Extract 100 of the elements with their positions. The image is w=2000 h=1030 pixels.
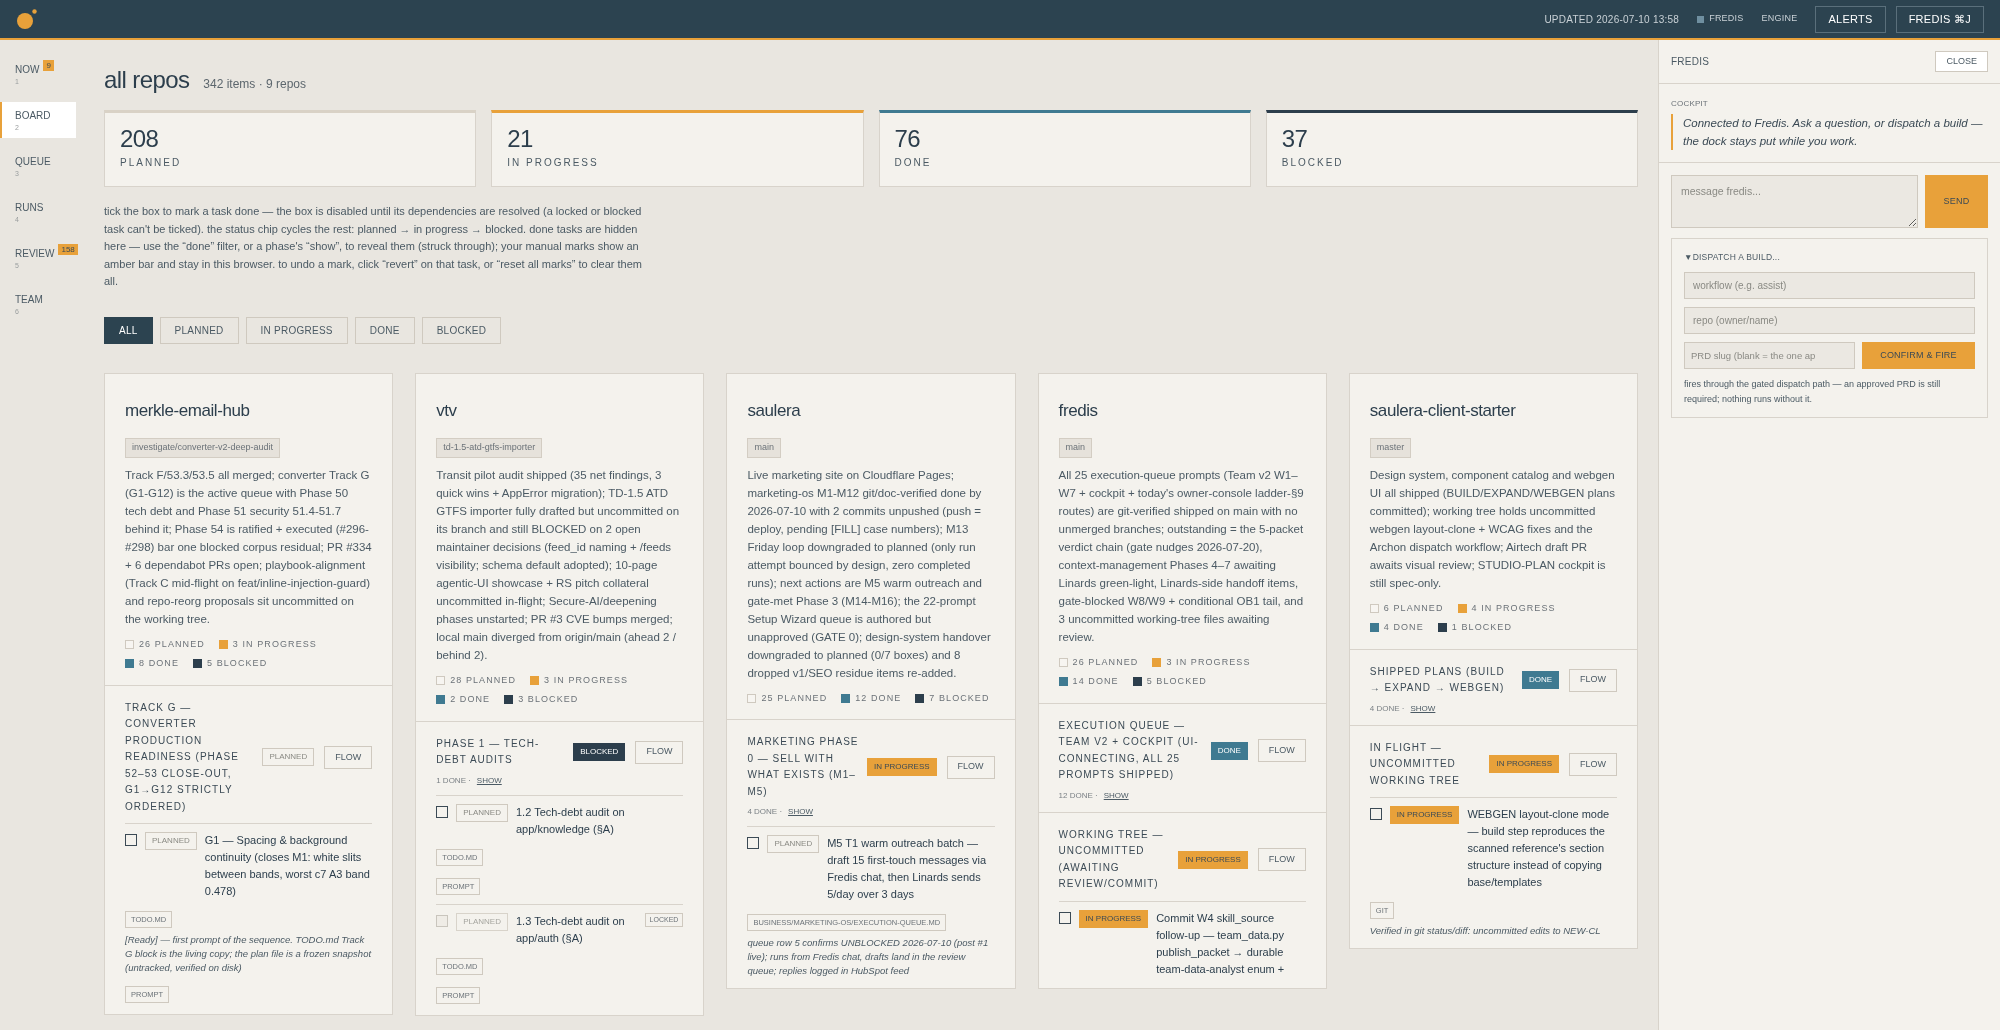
status-chip[interactable]: IN PROGRESS [1389,806,1460,824]
flow-button[interactable]: FLOW [1257,739,1306,762]
flow-button[interactable]: FLOW [1569,752,1617,776]
status-chip[interactable]: IN PROGRESS [1078,909,1149,928]
section-label: COCKPIT [1671,98,1709,110]
dispatch-note: fires through the gated dispatch path — an approved PRD is still required; nothing runs without it. [1684,377,1942,406]
task-checkbox[interactable] [1058,911,1071,924]
dispatch-toggle[interactable]: ▼DISPATCH A BUILD... [1684,251,1975,264]
status-chip[interactable]: DONE [1210,741,1248,760]
status-link[interactable]: ENGINE [1761,12,1798,26]
filter-tab[interactable]: DONE [354,316,415,344]
phase-title: SHIPPED PLANS (BUILD → EXPAND → WEBGEN) [1369,664,1506,695]
status-count: 4 IN PROGRESS [1471,601,1556,615]
sidebar-label: TEAM [15,293,43,307]
repo-name: saulera [747,399,802,422]
repo-name: vtv [436,399,458,422]
status-chip[interactable]: IN PROGRESS [867,758,937,776]
help-text: tick the box to mark a task done — the box is disabled until its dependencies are resolved (a locked or blocked task can't be ticked). the status chip cycles the rest: planned → in progress → blocked. done tasks are hidden here — use the “done” filter, or a phase's “show”, to reveal them (struck through); your manual marks show an amber bar and stay in this browser. to undo a mark, click “revert” on that task, or “reset all marks” to clear them all. [104,204,643,289]
flow-button[interactable]: FLOW [635,740,684,764]
status-chip[interactable]: PLANNED [767,835,820,853]
count-badge: 9 [43,60,54,71]
repo-name: fredis [1058,399,1099,422]
phase-title: TRACK G — CONVERTER PRODUCTION READINESS (PHASE 52–53 CLOSE-OUT, G1→G12 STRICTLY ORDERED) [125,700,240,814]
status-chip[interactable]: IN PROGRESS [1178,850,1248,869]
branch-tag: main [747,438,781,458]
stat-value: 208 [120,125,160,153]
done-count: 1 DONE · [436,774,471,787]
flow-button[interactable]: FLOW [946,755,995,779]
sidebar-label: REVIEW [15,247,55,261]
cockpit-message: Connected to Fredis. Ask a question, or dispatch a build — the dock stays put while you work. [1671,114,1988,150]
header-button[interactable]: ALERTS [1815,5,1886,33]
repo-summary: Transit pilot audit shipped (35 net findings, 3 quick wins + AppError migration); TD-1.5 ATD GTFS importer fully drafted but uncommitted on its branch and still BLOCKED on 2 open maintainer decisions (feed_id naming + /feeds visibility; schema default adopted); 10-page agentic-UI showcase + RS pitch collateral uncommitted in-flight; Secure-AI/deepening phases unstarted; PR #3 CVE bumps merged; local main diverged from origin/main (ahead 2 / behind 2). [436,467,681,663]
page-title: all repos [104,65,190,95]
phase-title: PHASE 1 — TECH-DEBT AUDITS [436,736,541,767]
filter-tab[interactable]: ALL [104,316,153,344]
task-checkbox[interactable] [125,834,137,846]
task-checkbox[interactable] [436,805,449,818]
filter-tab[interactable]: BLOCKED [421,316,502,344]
status-count: 3 IN PROGRESS [232,637,317,651]
page-subtitle: 342 items · 9 repos [203,76,307,93]
stat-value: 21 [507,125,534,153]
stat-label: DONE [894,156,933,170]
task-checkbox[interactable] [747,837,760,849]
show-link[interactable]: SHOW [1410,702,1436,715]
filter-tab[interactable]: IN PROGRESS [245,316,348,344]
done-count: 4 DONE · [747,806,783,818]
repo-name: saulera-client-starter [1369,399,1517,422]
show-link[interactable]: SHOW [1103,789,1129,802]
filter-tab[interactable]: PLANNED [159,316,239,344]
sidebar-label: NOW [15,63,40,77]
status-count: 14 DONE [1072,675,1119,688]
stat-label: BLOCKED [1281,156,1345,170]
status-chip[interactable]: PLANNED [262,748,315,767]
task-note: Verified in git status/diff: uncommitted edits to NEW-CL [1369,924,1602,938]
status-chip[interactable]: PLANNED [145,832,197,850]
count-badge: 158 [58,244,78,255]
flow-button[interactable]: FLOW [324,745,373,769]
status-count: 1 BLOCKED [1451,621,1513,634]
status-chip[interactable]: PLANNED [456,803,508,822]
status-count: 28 PLANNED [450,673,516,687]
show-link[interactable]: SHOW [788,806,813,818]
header-button[interactable]: FREDIS ⌘J [1895,5,1984,33]
task-title: 1.3 Tech-debt audit on app/auth (§A) [516,913,626,946]
task-title: 1.2 Tech-debt audit on app/knowledge (§A) [516,804,626,837]
status-chip[interactable]: IN PROGRESS [1489,755,1559,774]
status-chip[interactable]: BLOCKED [573,743,626,761]
status-count: 4 DONE [1383,621,1424,634]
message-input[interactable]: message fredis... [1671,175,1918,228]
status-count: 6 PLANNED [1383,601,1444,615]
dock-title: FREDIS [1671,55,1710,69]
text-input[interactable]: workflow (e.g. assist) [1684,271,1975,299]
phase-title: WORKING TREE — UNCOMMITTED (AWAITING REVIEW/COMMIT) [1058,827,1165,891]
status-count: 8 DONE [139,657,179,670]
repo-summary: Design system, component catalog and webgen UI all shipped (BUILD/EXPAND/WEBGEN plans committed); working tree holds uncommitted webgen layout-clone + WCAG fixes and the Archon dispatch workflow; Airtech draft PR awaits visual review; STUDIO-PLAN cockpit is still spec-only. [1369,467,1616,591]
task-checkbox[interactable] [1369,808,1382,820]
send-button[interactable]: SEND [1925,175,1988,228]
stat-value: 76 [894,125,921,153]
status-count: 26 PLANNED [139,637,205,651]
branch-tag: investigate/converter-v2-deep-audit [125,438,281,458]
flow-button[interactable]: FLOW [1257,848,1306,871]
confirm-fire-button[interactable]: CONFIRM & FIRE [1862,341,1975,369]
flow-button[interactable]: FLOW [1569,668,1617,692]
task-title: M5 T1 warm outreach batch — draft 15 first-touch messages via Fredis chat, then Linards sends 5/day over 3 days [827,836,988,902]
task-note: queue row 5 confirms UNBLOCKED 2026-07-10 (post #1 live); runs from Fredis chat, drafts land in the review queue; replies logged in HubSpot feed [747,936,990,978]
text-input[interactable]: repo (owner/name) [1684,306,1975,334]
phase-title: MARKETING PHASE 0 — SELL WITH WHAT EXISTS (M1–M5) [747,735,859,799]
text-input[interactable]: PRD slug (blank = the one ap [1684,341,1855,369]
task-title: WEBGEN layout-clone mode — build step reproduces the scanned reference's section structure instead of copying base/templates [1467,807,1611,890]
status-chip[interactable]: DONE [1521,671,1559,689]
repo-summary: Live marketing site on Cloudflare Pages; marketing-os M1-M12 git/doc-verified done by 2026-07-10 with 2 commits unpushed (push = deploy, pending [FILL] case numbers); M13 Friday loop downgraded to planned (only run attempt bounced by design, zero completed runs); next actions are M5 warm outreach and gate-met Phase 3 (M14-M16); the 22-prompt Setup Wizard queue is authored but unapproved (GATE 0); design-system handover downgraded to planned (0/7 boxes) and 8 dropped v1/SEO residue items re-added. [747,467,992,681]
status-count: 25 PLANNED [761,691,828,705]
task-note: [Ready] — first prompt of the sequence. TODO.md Track G block is the living copy; the plan file is a frozen snapshot (untracked, verified on disk) [125,933,373,975]
branch-tag: td-1.5-atd-gtfs-importer [436,438,543,458]
sidebar-label: BOARD [15,109,51,123]
status-link[interactable]: FREDIS [1697,12,1744,26]
status-count: 2 DONE [450,693,491,706]
status-count: 5 BLOCKED [1146,675,1207,688]
show-link[interactable]: SHOW [476,774,502,787]
updated-timestamp: UPDATED 2026-07-10 13:58 [1544,12,1680,27]
close-button[interactable]: CLOSE [1935,51,1988,72]
